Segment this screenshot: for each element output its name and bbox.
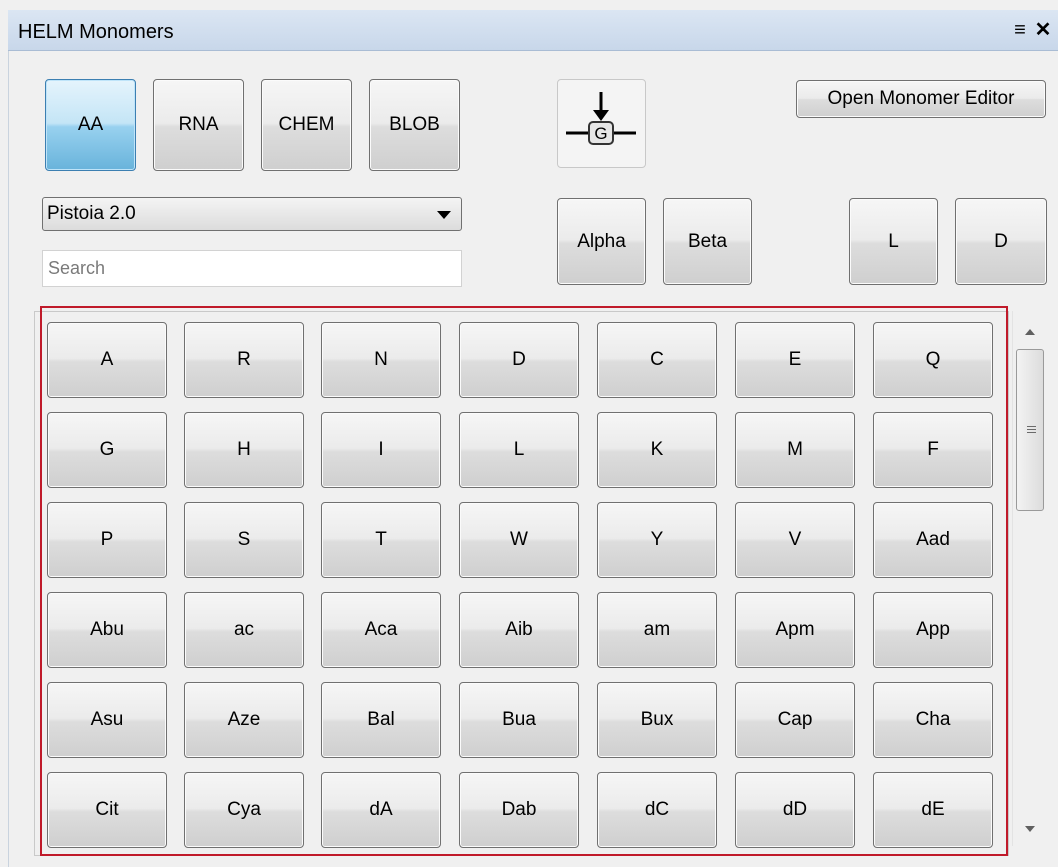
monomer-button[interactable]: S — [184, 502, 304, 578]
monomer-button[interactable]: P — [47, 502, 167, 578]
monomer-button[interactable]: Cha — [873, 682, 993, 758]
monomer-button[interactable]: C — [597, 322, 717, 398]
tab-chem[interactable]: CHEM — [261, 79, 352, 171]
beta-button[interactable]: Beta — [663, 198, 752, 285]
alpha-button[interactable]: Alpha — [557, 198, 646, 285]
monomer-button[interactable]: Cya — [184, 772, 304, 848]
monomer-button[interactable]: F — [873, 412, 993, 488]
monomer-button[interactable]: L — [459, 412, 579, 488]
monomer-button[interactable]: E — [735, 322, 855, 398]
l-button[interactable]: L — [849, 198, 938, 285]
monomer-button[interactable]: Aib — [459, 592, 579, 668]
monomer-button[interactable]: A — [47, 322, 167, 398]
monomer-button[interactable]: Q — [873, 322, 993, 398]
open-monomer-editor-button[interactable]: Open Monomer Editor — [796, 80, 1046, 118]
monomer-button[interactable]: dC — [597, 772, 717, 848]
d-button[interactable]: D — [955, 198, 1047, 285]
monomer-button[interactable]: T — [321, 502, 441, 578]
monomer-button[interactable]: Cit — [47, 772, 167, 848]
monomer-button[interactable]: R — [184, 322, 304, 398]
scroll-up-arrow-icon[interactable] — [1025, 329, 1035, 335]
tab-aa[interactable]: AA — [45, 79, 136, 171]
window-title: HELM Monomers — [18, 21, 174, 43]
close-icon[interactable]: ✕ — [1033, 19, 1053, 41]
library-select[interactable]: Pistoia 2.0 — [42, 197, 462, 231]
monomer-button[interactable]: Y — [597, 502, 717, 578]
monomer-icon-letter: G — [594, 124, 607, 143]
monomer-button[interactable]: Bua — [459, 682, 579, 758]
tab-rna[interactable]: RNA — [153, 79, 244, 171]
monomer-button[interactable]: M — [735, 412, 855, 488]
monomer-button[interactable]: D — [459, 322, 579, 398]
scrollbar-thumb[interactable] — [1016, 349, 1044, 511]
monomer-button[interactable]: G — [47, 412, 167, 488]
monomer-button[interactable]: dE — [873, 772, 993, 848]
monomer-button[interactable]: Aze — [184, 682, 304, 758]
tab-blob[interactable]: BLOB — [369, 79, 460, 171]
monomer-button[interactable]: Cap — [735, 682, 855, 758]
monomer-button[interactable]: Apm — [735, 592, 855, 668]
monomer-placement-button[interactable]: G — [557, 79, 646, 168]
monomer-button[interactable]: ac — [184, 592, 304, 668]
monomer-button[interactable]: W — [459, 502, 579, 578]
monomer-button[interactable]: Aad — [873, 502, 993, 578]
monomer-button[interactable]: Dab — [459, 772, 579, 848]
monomer-button[interactable]: I — [321, 412, 441, 488]
monomer-button[interactable]: H — [184, 412, 304, 488]
monomer-button[interactable]: Bal — [321, 682, 441, 758]
grip-icon — [1027, 426, 1036, 435]
monomer-button[interactable]: Abu — [47, 592, 167, 668]
monomer-button[interactable]: Aca — [321, 592, 441, 668]
monomer-button[interactable]: V — [735, 502, 855, 578]
chevron-down-icon — [437, 211, 451, 219]
monomer-button[interactable]: Asu — [47, 682, 167, 758]
monomer-button[interactable]: Bux — [597, 682, 717, 758]
monomer-button[interactable]: am — [597, 592, 717, 668]
library-select-value: Pistoia 2.0 — [47, 203, 136, 224]
monomer-attachment-icon: G — [566, 92, 636, 145]
menu-icon[interactable]: ≡ — [1010, 19, 1030, 41]
monomer-button[interactable]: K — [597, 412, 717, 488]
monomer-button[interactable]: N — [321, 322, 441, 398]
monomer-button[interactable]: App — [873, 592, 993, 668]
search-input[interactable] — [42, 250, 462, 287]
monomer-button[interactable]: dA — [321, 772, 441, 848]
scroll-down-arrow-icon[interactable] — [1025, 826, 1035, 832]
monomer-button[interactable]: dD — [735, 772, 855, 848]
